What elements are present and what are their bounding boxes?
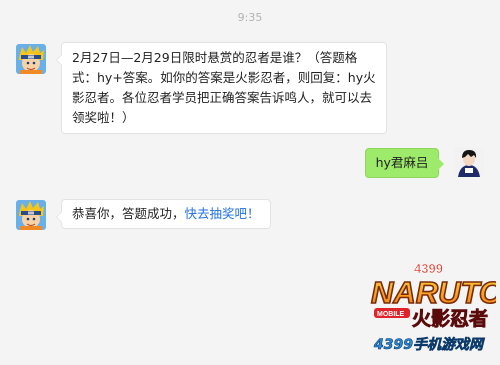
message-bubble-question[interactable]: 2月27日—2月29日限时悬赏的忍者是谁？（答题格式：hy+答案。如你的答案是火… [56, 42, 387, 134]
sub-badge: MOBILE [377, 311, 405, 318]
message-text: 2月27日—2月29日限时悬赏的忍者是谁？（答题格式：hy+答案。如你的答案是火… [72, 50, 376, 125]
user-avatar-icon[interactable] [454, 147, 484, 177]
message-text: 恭喜你，答题成功， [72, 206, 185, 221]
message-text: hy君麻吕 [375, 155, 429, 170]
lottery-link[interactable]: 快去抽奖吧！ [185, 206, 260, 221]
naruto-4399-logo: 4399 NARUTO MOBILE 火影忍者 4399手机游戏网 [368, 259, 500, 357]
naruto-avatar-icon[interactable] [16, 44, 46, 74]
chat-timestamp: 9:35 [237, 11, 263, 24]
message-bubble-answer[interactable]: hy君麻吕 [365, 148, 444, 178]
site-name: 4399手机游戏网 [373, 336, 485, 353]
title-cn: 火影忍者 [412, 308, 488, 330]
message-bubble-success[interactable]: 恭喜你，答题成功，快去抽奖吧！ [56, 199, 271, 229]
brand-number: 4399 [414, 261, 443, 276]
logo-text: NARUTO [371, 275, 496, 310]
naruto-avatar-icon[interactable] [16, 200, 46, 230]
